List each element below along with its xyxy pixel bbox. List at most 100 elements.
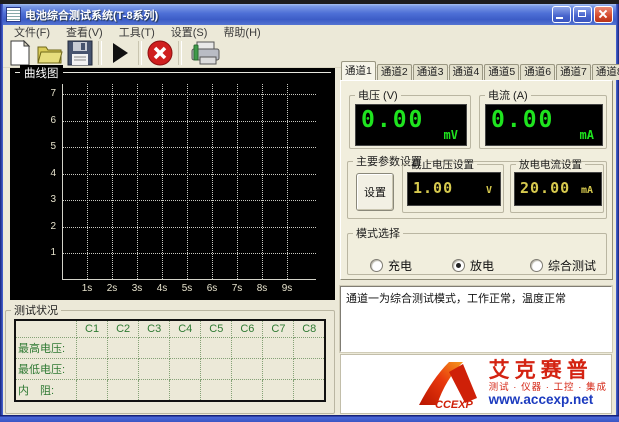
chart-xtick: 1s [77,283,97,294]
status-cell [294,359,325,380]
minimize-button[interactable] [552,6,571,23]
current-unit: mA [580,128,594,142]
chart-vgridline [212,84,213,279]
status-col-C6: C6 [232,320,263,338]
print-button[interactable] [185,40,225,67]
mode-radio-label: 充电 [388,257,412,274]
status-cell [108,380,139,402]
chart-xtick: 5s [177,283,197,294]
status-cell [170,380,201,402]
radio-icon [530,259,543,272]
chart-xtick: 4s [152,283,172,294]
cutoff-voltage-unit: V [486,185,492,196]
status-cell [201,338,232,359]
status-cell [294,380,325,402]
minimize-icon [556,17,563,19]
chart-ytick: 7 [36,88,56,99]
tab-通道4[interactable]: 通道4 [449,64,484,80]
chart-xtick: 3s [127,283,147,294]
chart-hgridline [62,227,316,228]
status-col-C3: C3 [139,320,170,338]
radio-icon [370,259,383,272]
test-status-label: 测试状况 [11,302,61,318]
chart-xtick: 2s [102,283,122,294]
window-title: 电池综合测试系统(T-8系列) [25,7,552,23]
status-cell [139,338,170,359]
voltage-unit: mV [444,128,458,142]
status-col-C8: C8 [294,320,325,338]
tab-通道2[interactable]: 通道2 [377,64,412,80]
status-corner-cell [15,320,77,338]
mode-radio-综合测试[interactable]: 综合测试 [530,257,596,274]
save-button[interactable] [65,40,95,67]
mode-select-group: 模式选择 充电 放电 综合测试 [347,225,607,275]
cutoff-voltage-group: 截止电压设置 1.00 V [402,157,504,213]
status-cell [77,338,108,359]
chart-hgridline [62,121,316,122]
status-row-label-2: 内 阻: [15,380,77,402]
current-display: 0.00 mA [485,104,603,146]
chart-hgridline [62,147,316,148]
menu-item-4[interactable]: 帮助(H) [216,24,267,40]
logo-url[interactable]: www.accexp.net [489,393,594,407]
start-button[interactable] [105,40,135,67]
set-params-button[interactable]: 设置 [356,173,394,211]
window-border-bottom [0,415,619,422]
menu-item-2[interactable]: 工具(T) [112,24,162,40]
chart-vgridline [237,84,238,279]
chart-group-label: 曲线图 [20,65,63,81]
accexp-logo-icon: CCEXP [415,358,487,410]
tab-通道1[interactable]: 通道1 [341,61,376,80]
close-button[interactable] [594,6,613,23]
chart-hgridline [62,94,316,95]
maximize-icon [578,10,586,17]
chart-xtick: 7s [227,283,247,294]
open-file-button[interactable] [35,40,65,67]
tab-通道7[interactable]: 通道7 [556,64,591,80]
chart-ytick: 3 [36,194,56,205]
status-cell [201,380,232,402]
status-cell [263,380,294,402]
mode-radio-充电[interactable]: 充电 [370,257,412,274]
status-cell [232,380,263,402]
status-cell [232,338,263,359]
status-cell [294,338,325,359]
status-row-label-0: 最高电压: [15,338,77,359]
menu-item-1[interactable]: 查看(V) [59,24,110,40]
logo-brand: 艾克赛普 [489,360,593,382]
tab-通道6[interactable]: 通道6 [520,64,555,80]
chart-hgridline [62,253,316,254]
chart-vgridline [87,84,88,279]
menu-item-0[interactable]: 文件(F) [7,24,57,40]
status-cell [77,380,108,402]
new-file-icon [8,40,32,66]
title-bar: 电池综合测试系统(T-8系列) [3,4,616,25]
new-file-button[interactable] [5,40,35,67]
toolbar-separator [178,41,182,65]
tab-通道8[interactable]: 通道8 [592,64,619,80]
chart-hgridline [62,174,316,175]
status-message-box[interactable]: 通道一为综合测试模式，工作正常，温度正常 [340,286,612,352]
voltage-group: 电压 (V) 0.00 mV [349,87,471,149]
chart-ytick: 1 [36,247,56,258]
toolbar-separator [138,41,142,65]
mode-select-label: 模式选择 [353,225,403,241]
maximize-button[interactable] [573,6,592,23]
accexp-text: CCEXP [435,399,474,410]
stop-button[interactable] [145,40,175,67]
curve-chart-panel: 曲线图 76543211s2s3s4s5s6s7s8s9s [10,68,335,300]
status-cell [263,338,294,359]
status-cell [263,359,294,380]
open-folder-icon [36,41,64,65]
chart-xtick: 9s [277,283,297,294]
status-cell [139,359,170,380]
tab-通道5[interactable]: 通道5 [484,64,519,80]
discharge-current-group: 放电电流设置 20.00 mA [510,157,604,213]
radio-icon [452,259,465,272]
menu-item-3[interactable]: 设置(S) [164,24,215,40]
mode-radio-放电[interactable]: 放电 [452,257,494,274]
tab-通道3[interactable]: 通道3 [413,64,448,80]
channel-tabs: 通道1通道2通道3通道4通道5通道6通道7通道8绘图通用 [341,62,613,80]
discharge-current-display: 20.00 mA [514,172,602,206]
chart-x-axis [62,279,316,280]
